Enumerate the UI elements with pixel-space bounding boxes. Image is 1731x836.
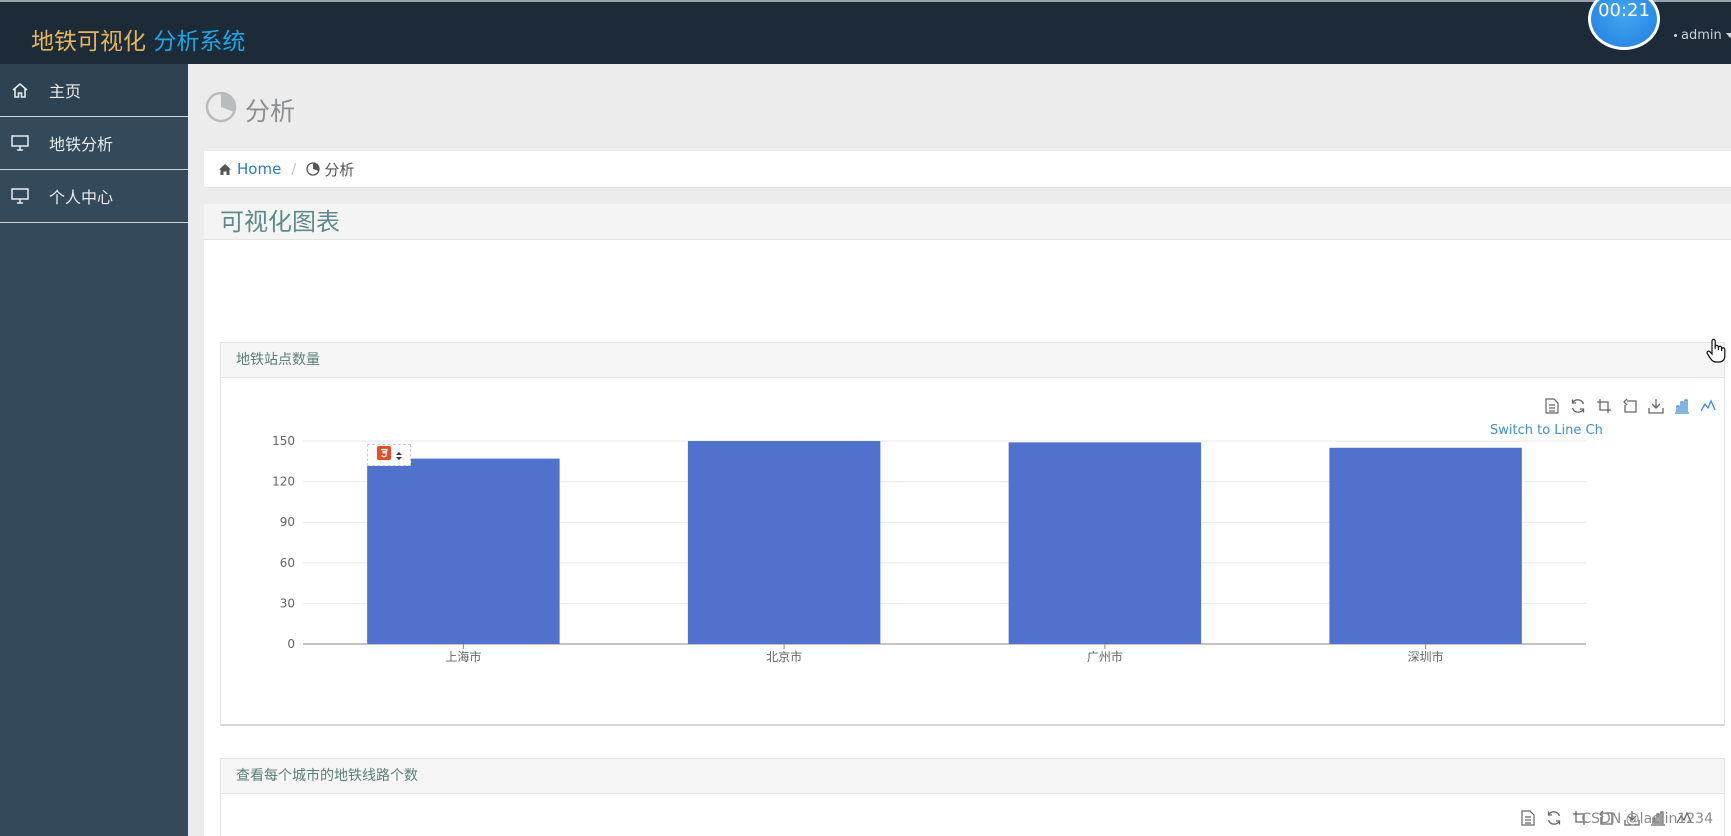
x-tick-label: 上海市 (445, 649, 481, 664)
bar (1008, 442, 1202, 644)
page-title: 分析 (245, 97, 296, 126)
y-tick-label: 0 (287, 637, 295, 651)
sidebar-item-label: 个人中心 (49, 188, 114, 207)
x-tick-label: 深圳市 (1408, 649, 1444, 664)
user-name: admin (1681, 28, 1722, 43)
breadcrumb-home-link[interactable]: Home (218, 160, 281, 178)
extension-badge[interactable] (367, 444, 411, 466)
panel-title: 地铁站点数量 (221, 343, 1724, 378)
html5-icon (376, 445, 392, 465)
home-icon (10, 81, 30, 99)
timer-badge: 00:21 (1588, 0, 1660, 50)
home-icon (218, 163, 232, 176)
y-tick-label: 60 (280, 556, 295, 570)
x-tick-label: 北京市 (766, 649, 802, 664)
sidebar-item-profile[interactable]: 个人中心 (0, 170, 188, 223)
y-tick-label: 150 (272, 434, 295, 448)
y-tick-label: 120 (272, 475, 295, 489)
x-tick-label: 广州市 (1087, 649, 1123, 664)
watermark: CSDN @laojin1234 (1581, 811, 1713, 827)
y-tick-label: 90 (280, 515, 295, 529)
page-header: 分析 (188, 64, 1731, 150)
caret-down-icon (1725, 33, 1731, 38)
top-navbar: 地铁可视化 分析系统 00:21 admin (0, 0, 1731, 64)
bar-chart-line-count: 60 (272, 835, 287, 836)
bar (367, 458, 560, 644)
bar (1329, 447, 1522, 644)
brand-title-part1: 地铁可视化 (31, 29, 146, 55)
bar-chart-station-count: 0 30 60 90 120 150 上海市 北京市 广州市 深圳市 (272, 434, 1586, 664)
brand-title-part2: 分析系统 (153, 29, 246, 55)
pie-chart-icon (205, 91, 237, 127)
content-card: 可视化图表 地铁站点数量 Switch to Line Ch 0 30 60 90 12… (204, 204, 1731, 836)
pie-chart-icon (306, 162, 321, 176)
user-menu[interactable]: admin (1674, 28, 1731, 43)
chart-panel-station-count: 地铁站点数量 Switch to Line Ch 0 30 60 90 120 150 上海… (220, 342, 1725, 726)
sidebar-item-label: 地铁分析 (49, 135, 114, 154)
breadcrumb: Home / 分析 (204, 151, 1731, 188)
user-dot-icon (1674, 34, 1677, 37)
breadcrumb-home-label: Home (237, 160, 282, 178)
timer-value: 00:21 (1598, 0, 1650, 21)
monitor-icon (10, 134, 30, 152)
panel-title: 查看每个城市的地铁线路个数 (221, 759, 1724, 794)
breadcrumb-current-label: 分析 (324, 160, 355, 179)
chart-panel-line-count: 查看每个城市的地铁线路个数 60 (220, 758, 1725, 836)
breadcrumb-separator: / (291, 160, 297, 178)
mouse-cursor-icon (1705, 338, 1727, 368)
sidebar: 主页 地铁分析 个人中心 (0, 64, 188, 836)
breadcrumb-current: 分析 (306, 159, 354, 180)
app-brand[interactable]: 地铁可视化 分析系统 (31, 22, 245, 56)
monitor-icon (10, 187, 30, 205)
sidebar-item-home[interactable]: 主页 (0, 64, 188, 117)
bar (687, 441, 881, 644)
sort-icon (396, 446, 402, 465)
sidebar-item-metro-analysis[interactable]: 地铁分析 (0, 117, 188, 170)
sidebar-item-label: 主页 (49, 82, 82, 101)
y-tick-label: 30 (280, 596, 295, 610)
section-title: 可视化图表 (204, 204, 1731, 240)
main-area: 分析 Home / 分析 可视化图表 地铁站点数量 Switch to Line… (188, 64, 1731, 836)
